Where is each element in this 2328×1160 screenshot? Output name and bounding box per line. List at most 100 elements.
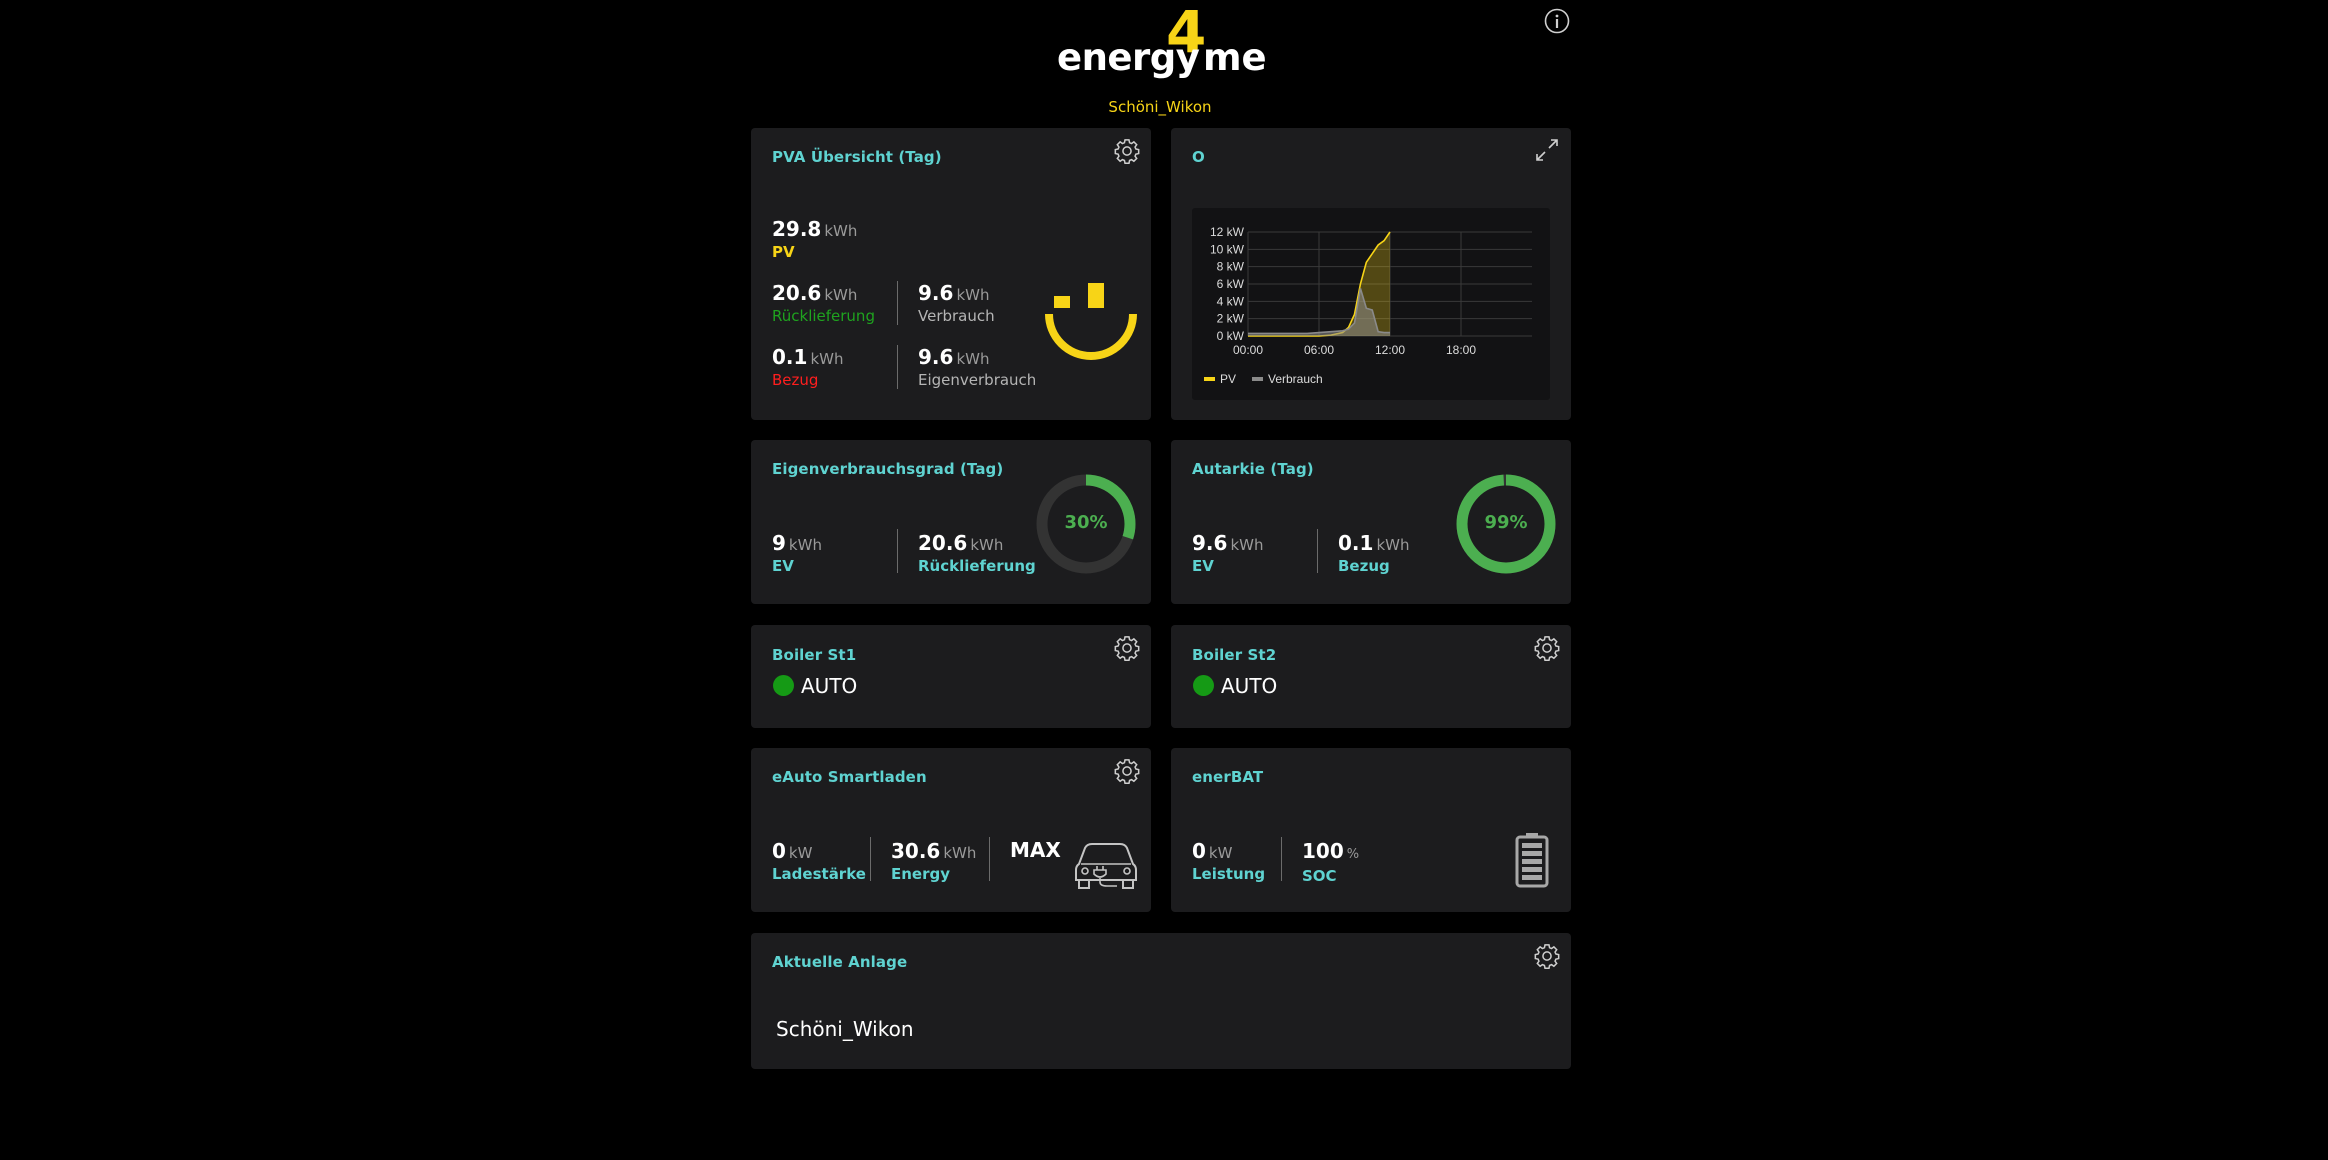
bezug-unit: kWh [810, 350, 844, 368]
anlage-name[interactable]: Schöni_Wikon [776, 1017, 914, 1041]
divider [1281, 837, 1282, 881]
gauge-percent: 30% [1064, 512, 1108, 533]
energy-value: 30.6 [891, 839, 941, 863]
ladestaerke-metric: 0 kW Ladestärke [772, 840, 866, 884]
pv-metric: 29.8 kWh PV [772, 218, 857, 262]
x-tick-label: 00:00 [1233, 343, 1263, 357]
autarkie-gauge: 99% [1454, 472, 1558, 576]
soc-value: 100 [1302, 839, 1344, 863]
divider [1317, 529, 1318, 573]
legend-swatch [1252, 377, 1263, 381]
boiler-status[interactable]: AUTO [1221, 674, 1277, 698]
pva-overview-card: PVA Übersicht (Tag) 29.8 kWh PV 20.6 kWh R… [751, 128, 1151, 420]
card-title: PVA Übersicht (Tag) [772, 148, 942, 166]
energy-unit: kWh [943, 844, 977, 862]
leistung-value: 0 [1192, 839, 1206, 863]
eauto-card: eAuto Smartladen 0 kW Ladestärke 30.6 kWh … [751, 748, 1151, 912]
y-tick-label: 6 kW [1217, 277, 1245, 291]
bezug-label: Bezug [772, 371, 819, 389]
rueck-label: Rücklieferung [772, 307, 875, 325]
verbrauch-label: Verbrauch [918, 307, 995, 325]
pv-label: PV [772, 243, 795, 261]
chart-panel: 0 kW 2 kW 4 kW 6 kW 8 kW 10 kW 12 kW 00:00 06:00… [1192, 208, 1550, 400]
expand-icon[interactable] [1533, 136, 1561, 164]
divider [897, 345, 898, 389]
y-tick-label: 8 kW [1217, 260, 1245, 274]
boiler-status[interactable]: AUTO [801, 674, 857, 698]
divider [989, 837, 990, 881]
rueck-value: 20.6 [772, 281, 822, 305]
ev-metric: 9 kWh EV [772, 532, 822, 576]
legend-label: Verbrauch [1268, 372, 1323, 386]
rueck-unit: kWh [824, 286, 858, 304]
eigen-metric: 9.6 kWh Eigenverbrauch [918, 346, 1036, 390]
rueck-label: Rücklieferung [918, 557, 1036, 575]
card-title: Autarkie (Tag) [1192, 460, 1314, 478]
ev-label: EV [772, 557, 794, 575]
bezug-metric: 0.1 kWh Bezug [772, 346, 843, 390]
bezug-unit: kWh [1376, 536, 1410, 554]
gear-icon[interactable] [1533, 634, 1561, 662]
status-dot [1193, 675, 1214, 696]
autarkie-card: Autarkie (Tag) 9.6 kWh EV 0.1 kWh Bezug 99… [1171, 440, 1571, 604]
eigen-unit: kWh [956, 350, 990, 368]
verbrauch-metric: 9.6 kWh Verbrauch [918, 282, 995, 326]
eigenverbrauch-gauge: 30% [1034, 472, 1138, 576]
eigenverbrauchsgrad-card: Eigenverbrauchsgrad (Tag) 9 kWh EV 20.6 kW… [751, 440, 1151, 604]
rueck-metric: 20.6 kWh Rücklieferung [772, 282, 875, 326]
ladestaerke-label: Ladestärke [772, 865, 866, 883]
rueck-value: 20.6 [918, 531, 968, 555]
ladestaerke-value: 0 [772, 839, 786, 863]
bezug-label: Bezug [1338, 557, 1390, 575]
y-tick-label: 2 kW [1217, 312, 1245, 326]
divider [897, 281, 898, 325]
verbrauch-value: 9.6 [918, 281, 954, 305]
x-tick-label: 18:00 [1446, 343, 1476, 357]
gear-icon[interactable] [1113, 757, 1141, 785]
verbrauch-unit: kWh [956, 286, 990, 304]
gauge-percent: 99% [1484, 512, 1528, 533]
gear-icon[interactable] [1113, 137, 1141, 165]
card-title: Eigenverbrauchsgrad (Tag) [772, 460, 1004, 478]
card-title: enerBAT [1192, 768, 1264, 786]
card-title: Aktuelle Anlage [772, 953, 908, 971]
car-icon [1073, 840, 1139, 890]
boiler-st1-card: Boiler St1 AUTO [751, 625, 1151, 728]
charge-mode[interactable]: MAX [1010, 838, 1061, 862]
leistung-label: Leistung [1192, 865, 1266, 883]
boiler-st2-card: Boiler St2 AUTO [1171, 625, 1571, 728]
card-title: Boiler St2 [1192, 646, 1277, 664]
ladestaerke-unit: kW [788, 844, 813, 862]
bezug-value: 0.1 [772, 345, 808, 369]
aktuelle-anlage-card: Aktuelle Anlage Schöni_Wikon [751, 933, 1571, 1069]
leistung-metric: 0 kW Leistung [1192, 840, 1265, 884]
gear-icon[interactable] [1533, 942, 1561, 970]
bezug-metric: 0.1 kWh Bezug [1338, 532, 1409, 576]
rueck-unit: kWh [970, 536, 1004, 554]
energy-chart: 0 kW 2 kW 4 kW 6 kW 8 kW 10 kW 12 kW 00:00 06:00… [1204, 225, 1532, 386]
info-icon[interactable] [1543, 7, 1571, 35]
soc-metric: 100% SOC [1302, 840, 1359, 886]
y-tick-label: 4 kW [1217, 294, 1245, 308]
logo-text-left: energy [1057, 36, 1200, 79]
ev-metric: 9.6 kWh EV [1192, 532, 1263, 576]
gear-icon[interactable] [1113, 634, 1141, 662]
ev-value: 9.6 [1192, 531, 1228, 555]
chart-card: O 0 kW 2 kW 4 kW 6 kW 8 kW 10 kW 12 kW 00:00 06:… [1171, 128, 1571, 420]
battery-icon [1514, 832, 1550, 888]
soc-unit: % [1346, 847, 1360, 862]
pv-value: 29.8 [772, 217, 822, 241]
legend-swatch [1204, 377, 1215, 381]
card-title: eAuto Smartladen [772, 768, 927, 786]
x-tick-label: 06:00 [1304, 343, 1334, 357]
leistung-unit: kW [1208, 844, 1233, 862]
y-tick-label: 10 kW [1210, 242, 1245, 256]
y-tick-label: 12 kW [1210, 225, 1245, 239]
legend-label: PV [1220, 372, 1236, 386]
ev-label: EV [1192, 557, 1214, 575]
eigen-label: Eigenverbrauch [918, 371, 1037, 389]
logo-text-right: me [1203, 36, 1267, 79]
card-title: O [1192, 148, 1205, 166]
x-tick-label: 12:00 [1375, 343, 1405, 357]
rueck-metric: 20.6 kWh Rücklieferung [918, 532, 1036, 576]
